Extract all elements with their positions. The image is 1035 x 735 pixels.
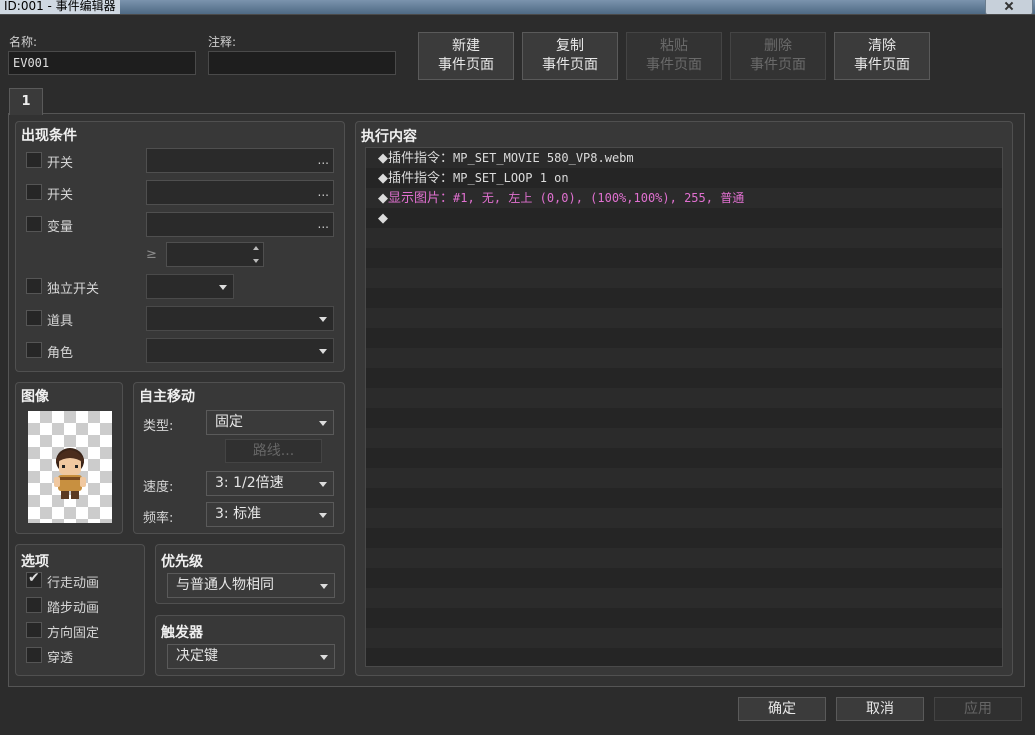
variable-value-stepper[interactable] bbox=[166, 242, 264, 267]
through-label: 穿透 bbox=[47, 651, 74, 666]
delete-page-button[interactable]: 删除 事件页面 bbox=[730, 32, 826, 80]
move-type-label: 类型: bbox=[143, 419, 174, 434]
priority-dropdown[interactable]: 与普通人物相同 bbox=[167, 573, 335, 598]
move-type-dropdown[interactable]: 固定 bbox=[206, 410, 334, 435]
image-title: 图像 bbox=[21, 389, 49, 405]
options-panel: 选项 行走动画 踏步动画 方向固定 穿透 bbox=[15, 544, 145, 676]
command-marker-icon: ◆ bbox=[378, 151, 388, 166]
list-item[interactable]: ◆插件指令：MP_SET_LOOP 1 on bbox=[378, 168, 569, 188]
direction-fix-label: 方向固定 bbox=[47, 626, 100, 641]
direction-fix-checkbox[interactable] bbox=[26, 622, 42, 638]
ellipsis-icon: ... bbox=[317, 217, 329, 231]
item-checkbox[interactable] bbox=[26, 310, 42, 326]
self-switch-checkbox[interactable] bbox=[26, 278, 42, 294]
walking-anim-checkbox[interactable] bbox=[26, 570, 42, 588]
priority-panel: 优先级 与普通人物相同 bbox=[155, 544, 345, 604]
stepper-down-icon[interactable] bbox=[253, 259, 259, 263]
command-marker-icon: ◆ bbox=[378, 171, 388, 186]
self-switch-dropdown[interactable] bbox=[146, 274, 234, 299]
ge-symbol: ≥ bbox=[146, 247, 157, 262]
item-label: 道具 bbox=[47, 314, 74, 329]
tab-page-1[interactable]: 1 bbox=[9, 88, 43, 115]
command-marker-icon: ◆ bbox=[378, 211, 388, 226]
self-switch-label: 独立开关 bbox=[47, 282, 100, 297]
autonomous-movement-panel: 自主移动 类型: 固定 路线... 速度: 3: 1/2倍速 频率: 3: 标准 bbox=[133, 382, 345, 534]
switch1-label: 开关 bbox=[47, 156, 74, 171]
switch2-label: 开关 bbox=[47, 188, 74, 203]
title-bar: ID:001 - 事件编辑器 bbox=[0, 0, 1035, 16]
options-title: 选项 bbox=[21, 554, 49, 570]
apply-button[interactable]: 应用 bbox=[934, 697, 1022, 721]
switch1-select[interactable]: ... bbox=[146, 148, 334, 173]
move-speed-dropdown[interactable]: 3: 1/2倍速 bbox=[206, 471, 334, 496]
new-page-button[interactable]: 新建 事件页面 bbox=[418, 32, 514, 80]
ellipsis-icon: ... bbox=[317, 153, 329, 167]
trigger-panel: 触发器 决定键 bbox=[155, 615, 345, 676]
move-frequency-dropdown[interactable]: 3: 标准 bbox=[206, 502, 334, 527]
variable-checkbox[interactable] bbox=[26, 216, 42, 232]
actor-label: 角色 bbox=[47, 346, 74, 361]
switch2-checkbox[interactable] bbox=[26, 184, 42, 200]
note-label: 注释: bbox=[208, 35, 237, 49]
stepping-anim-label: 踏步动画 bbox=[47, 601, 100, 616]
ok-button[interactable]: 确定 bbox=[738, 697, 826, 721]
actor-checkbox[interactable] bbox=[26, 342, 42, 358]
command-list[interactable]: ◆插件指令：MP_SET_MOVIE 580_VP8.webm ◆插件指令：MP… bbox=[365, 147, 1003, 667]
character-sprite-icon bbox=[54, 448, 86, 499]
name-label: 名称: bbox=[9, 35, 38, 49]
priority-title: 优先级 bbox=[161, 554, 203, 570]
trigger-dropdown[interactable]: 决定键 bbox=[167, 644, 335, 669]
image-panel: 图像 bbox=[15, 382, 123, 534]
move-speed-label: 速度: bbox=[143, 480, 174, 495]
window-title: ID:001 - 事件编辑器 bbox=[0, 0, 120, 14]
contents-title: 执行内容 bbox=[361, 129, 417, 145]
stepping-anim-checkbox[interactable] bbox=[26, 597, 42, 613]
list-item[interactable]: ◆显示图片：#1, 无, 左上 (0,0), (100%,100%), 255,… bbox=[378, 188, 744, 208]
conditions-title: 出现条件 bbox=[21, 128, 77, 144]
copy-page-button[interactable]: 复制 事件页面 bbox=[522, 32, 618, 80]
paste-page-button[interactable]: 粘贴 事件页面 bbox=[626, 32, 722, 80]
autonomous-title: 自主移动 bbox=[139, 389, 195, 405]
note-input[interactable] bbox=[208, 51, 396, 75]
through-checkbox[interactable] bbox=[26, 647, 42, 663]
walking-anim-label: 行走动画 bbox=[47, 576, 100, 591]
route-button[interactable]: 路线... bbox=[225, 439, 322, 463]
clear-page-button[interactable]: 清除 事件页面 bbox=[834, 32, 930, 80]
conditions-panel: 出现条件 开关 ... 开关 ... 变量 ... ≥ 独立开关 道具 角色 bbox=[15, 121, 345, 372]
stepper-up-icon[interactable] bbox=[253, 246, 259, 250]
switch2-select[interactable]: ... bbox=[146, 180, 334, 205]
name-input[interactable]: EV001 bbox=[8, 51, 196, 75]
ellipsis-icon: ... bbox=[317, 185, 329, 199]
list-item[interactable]: ◆ bbox=[378, 208, 388, 228]
item-dropdown[interactable] bbox=[146, 306, 334, 331]
variable-label: 变量 bbox=[47, 220, 74, 235]
move-frequency-label: 频率: bbox=[143, 511, 174, 526]
switch1-checkbox[interactable] bbox=[26, 152, 42, 168]
character-image[interactable] bbox=[28, 411, 112, 523]
cancel-button[interactable]: 取消 bbox=[836, 697, 924, 721]
command-marker-icon: ◆ bbox=[378, 191, 388, 206]
actor-dropdown[interactable] bbox=[146, 338, 334, 363]
trigger-title: 触发器 bbox=[161, 625, 203, 641]
list-item[interactable]: ◆插件指令：MP_SET_MOVIE 580_VP8.webm bbox=[378, 148, 634, 168]
variable-select[interactable]: ... bbox=[146, 212, 334, 237]
